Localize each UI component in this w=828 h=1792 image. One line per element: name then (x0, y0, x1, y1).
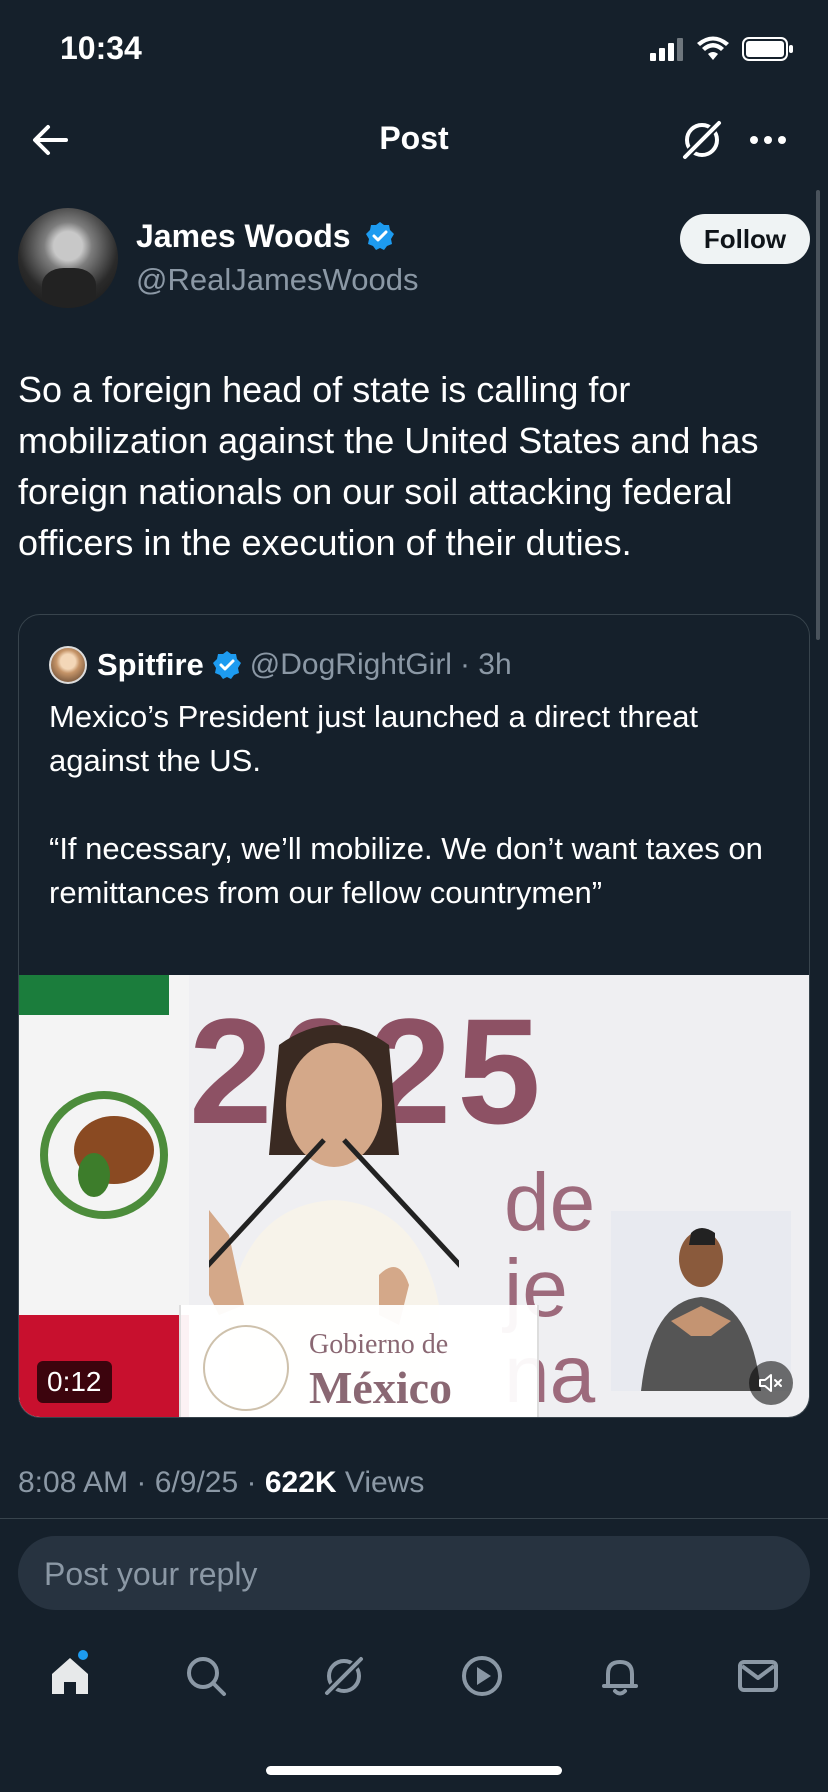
video-duration: 0:12 (37, 1361, 112, 1403)
grok-button[interactable] (680, 118, 724, 162)
quoted-avatar (49, 646, 87, 684)
tab-video[interactable] (452, 1646, 512, 1706)
grok-icon (325, 1657, 363, 1695)
post-time: 8:08 AM (18, 1466, 129, 1499)
post-date: 6/9/25 (154, 1466, 239, 1499)
tab-home[interactable] (40, 1646, 100, 1706)
quoted-post[interactable]: Spitfire @DogRightGirl · 3h Mexico’s Pre… (18, 614, 810, 1418)
notification-dot (78, 1650, 88, 1660)
home-icon (52, 1658, 88, 1694)
bell-icon (602, 1660, 638, 1696)
views-count: 622K (264, 1466, 337, 1499)
meta-separator: · (246, 1466, 265, 1499)
verified-badge-icon (212, 651, 241, 679)
meta-separator: · (136, 1466, 155, 1499)
more-icon (750, 136, 786, 144)
quoted-author-handle: @DogRightGirl (249, 648, 452, 681)
divider (0, 1518, 828, 1519)
post-author: James Woods @RealJamesWoods Follow (18, 208, 810, 312)
verified-badge-icon (366, 222, 395, 250)
battery-icon (742, 37, 793, 61)
podium-text-line1: Gobierno de (309, 1329, 449, 1360)
status-icons (650, 36, 794, 62)
reply-input[interactable]: Post your reply (18, 1536, 810, 1610)
tab-notifications[interactable] (590, 1646, 650, 1706)
mute-button[interactable] (749, 1361, 793, 1405)
author-name[interactable]: James Woods (136, 218, 351, 254)
author-handle[interactable]: @RealJamesWoods (136, 262, 418, 298)
more-options-button[interactable] (746, 122, 790, 158)
nav-bar: Post (0, 100, 828, 180)
speaker-muted-icon (759, 1374, 782, 1392)
reply-placeholder: Post your reply (44, 1556, 258, 1592)
post-meta: 8:08 AM · 6/9/25 · 622K Views (18, 1466, 424, 1500)
podium-text-line2: México (309, 1362, 453, 1413)
views-label: Views (344, 1466, 425, 1499)
tab-grok[interactable] (314, 1646, 374, 1706)
quoted-post-header: Spitfire @DogRightGirl · 3h (49, 645, 512, 685)
tab-bar (0, 1636, 828, 1716)
seal-icon (203, 1325, 289, 1411)
wifi-icon (697, 36, 729, 60)
signal-icon (650, 38, 683, 61)
avatar[interactable] (18, 208, 118, 308)
grok-icon (683, 121, 721, 159)
status-time: 10:34 (60, 30, 142, 66)
mexico-flag-icon (19, 975, 189, 1417)
home-indicator (266, 1766, 562, 1775)
status-bar: 10:34 (0, 0, 828, 100)
podium: Gobierno de México (179, 1305, 539, 1417)
follow-button[interactable]: Follow (680, 214, 810, 264)
tab-messages[interactable] (728, 1646, 788, 1706)
quoted-author-name: Spitfire (97, 647, 204, 682)
tab-search[interactable] (176, 1646, 236, 1706)
search-icon (187, 1657, 226, 1696)
author-name-row[interactable]: James Woods (136, 218, 395, 255)
post-text: So a foreign head of state is calling fo… (18, 369, 759, 563)
quoted-time: · 3h (459, 648, 512, 681)
mail-icon (738, 1660, 778, 1692)
video-icon (462, 1656, 502, 1696)
video-player[interactable]: 2025 de je na Gobierno de México 0:12 (19, 975, 809, 1417)
quoted-text: Mexico’s President just launched a direc… (49, 699, 763, 910)
